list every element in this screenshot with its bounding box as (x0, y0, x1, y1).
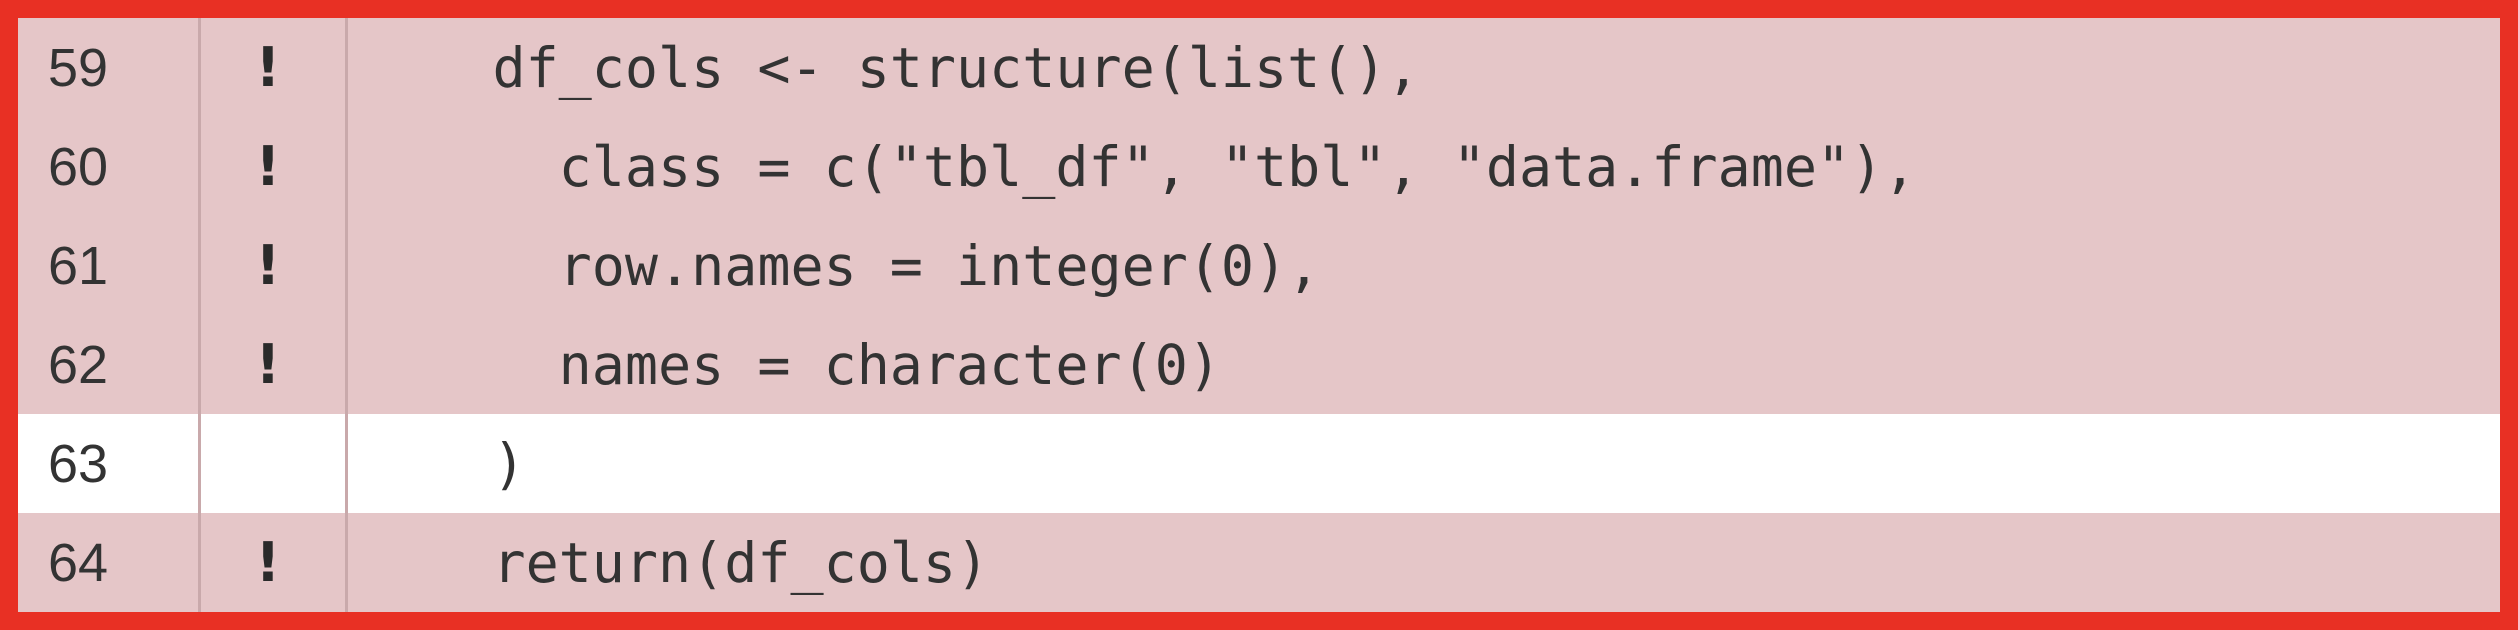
code-line: ) (360, 431, 526, 496)
uncovered-marker: ! (255, 135, 281, 198)
code-line: class = c("tbl_df", "tbl", "data.frame")… (360, 134, 1917, 199)
line-number: 62 (48, 334, 109, 395)
uncovered-marker: ! (255, 234, 281, 297)
line-number: 63 (48, 433, 109, 494)
code-row-62: 62 ! names = character(0) (18, 315, 2500, 414)
code-row-61: 61 ! row.names = integer(0), (18, 216, 2500, 315)
coverage-code-panel: 59 ! df_cols <- structure(list(), 60 ! c… (18, 18, 2500, 612)
uncovered-marker: ! (255, 333, 281, 396)
line-number: 61 (48, 235, 109, 296)
code-line: row.names = integer(0), (360, 233, 1321, 298)
code-line: names = character(0) (360, 332, 1221, 397)
line-number: 59 (48, 37, 109, 98)
code-table: 59 ! df_cols <- structure(list(), 60 ! c… (18, 18, 2500, 612)
code-line: return(df_cols) (360, 530, 990, 595)
code-row-64: 64 ! return(df_cols) (18, 513, 2500, 612)
line-number: 64 (48, 532, 109, 593)
uncovered-marker: ! (255, 36, 281, 99)
code-row-60: 60 ! class = c("tbl_df", "tbl", "data.fr… (18, 117, 2500, 216)
line-number: 60 (48, 136, 109, 197)
code-row-59: 59 ! df_cols <- structure(list(), (18, 18, 2500, 117)
uncovered-marker: ! (255, 531, 281, 594)
code-line: df_cols <- structure(list(), (360, 35, 1420, 100)
code-row-63: 63 ) (18, 414, 2500, 513)
